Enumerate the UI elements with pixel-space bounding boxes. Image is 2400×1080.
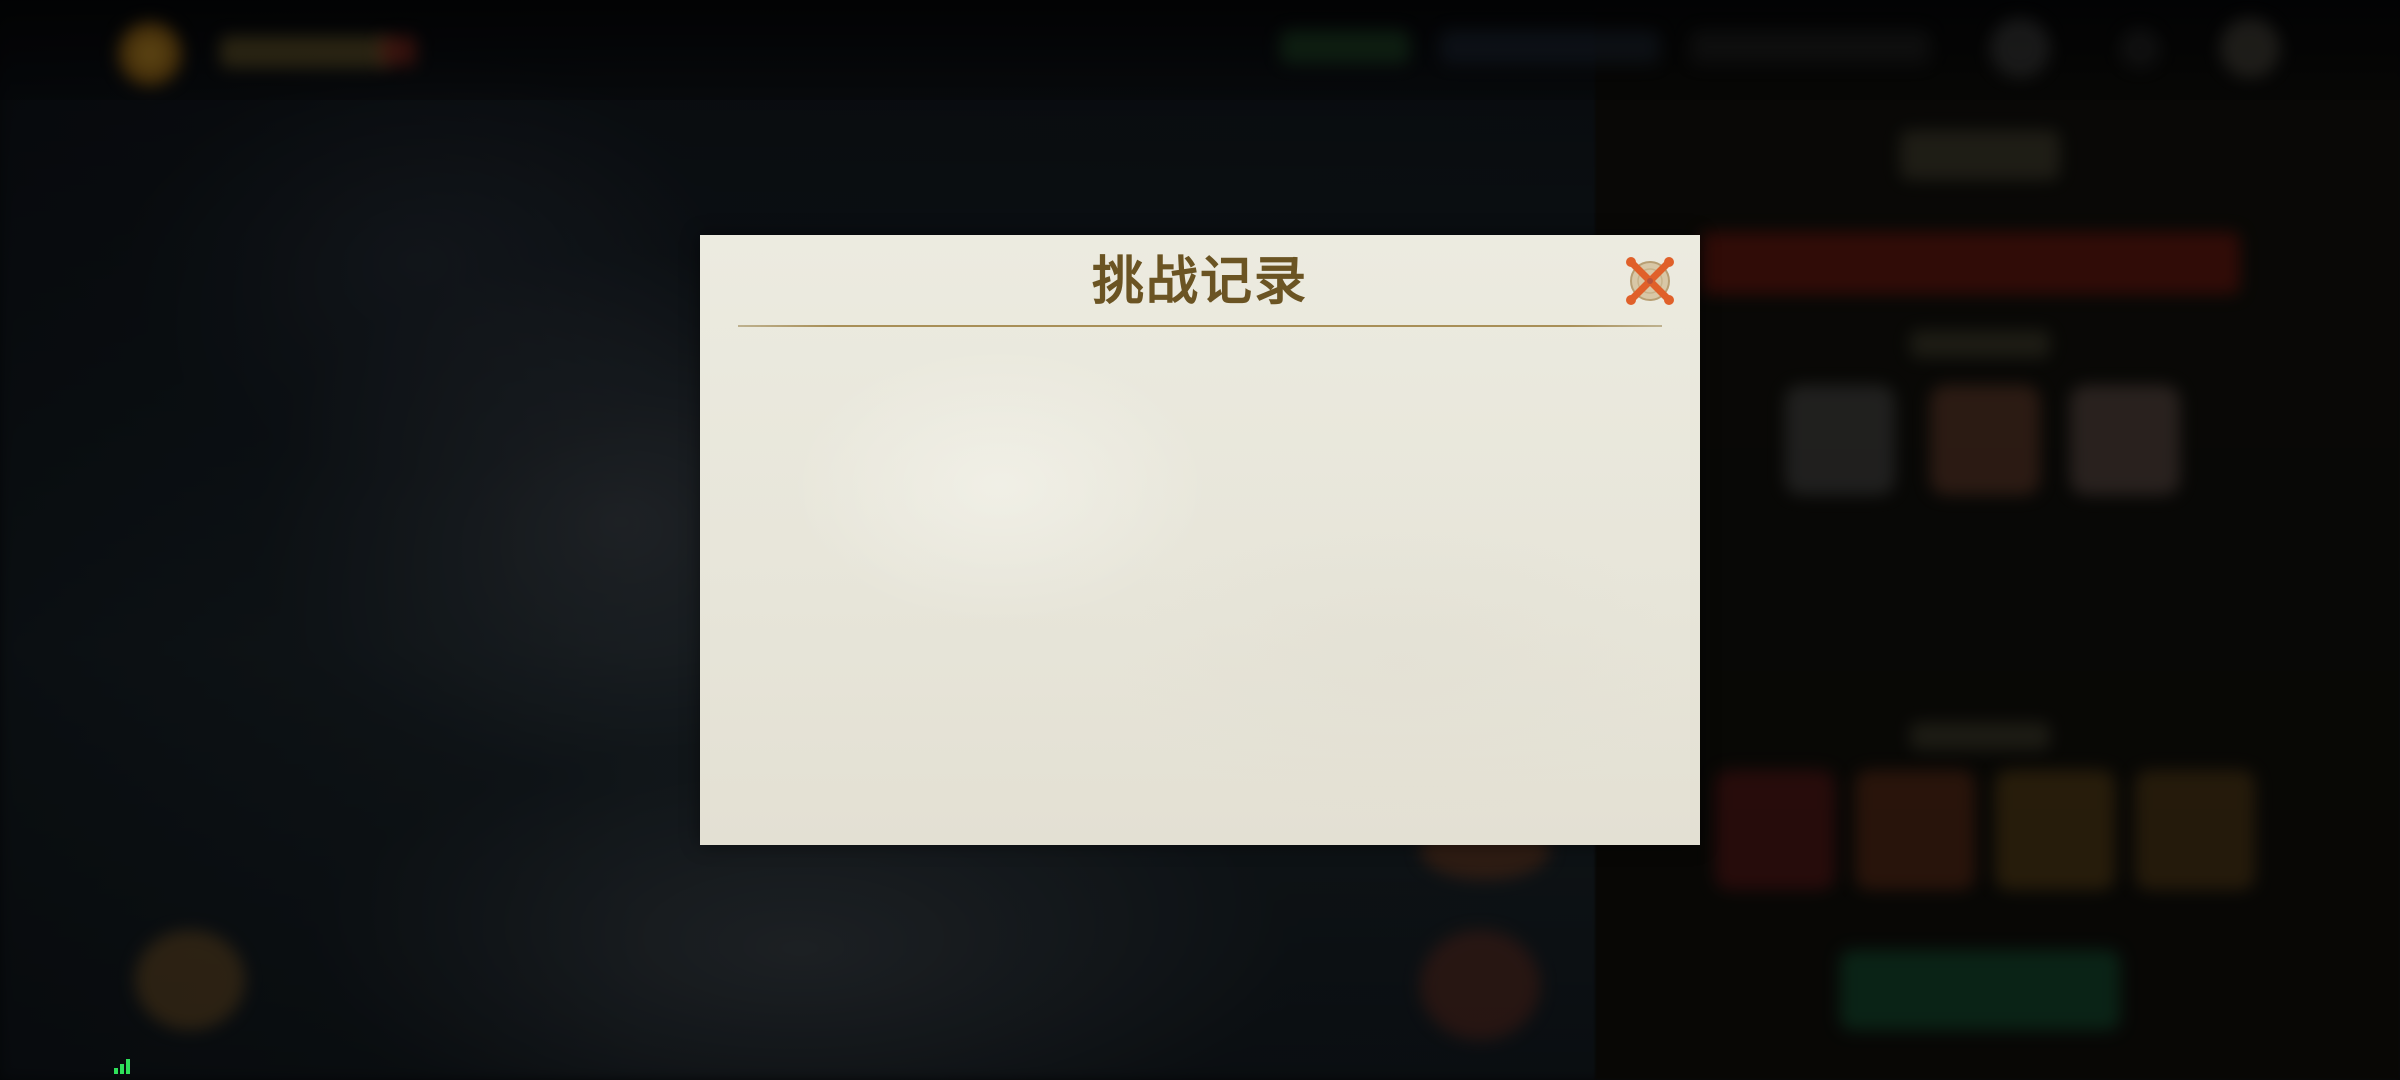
challenge-record-dialog: 挑战记录 xyxy=(700,235,1700,845)
title-divider xyxy=(738,325,1662,327)
game-screen: 挑战记录 xyxy=(0,0,2400,1080)
close-button[interactable] xyxy=(1622,253,1678,309)
record-list xyxy=(738,335,1662,825)
dialog-title: 挑战记录 xyxy=(1091,251,1308,312)
close-x-icon xyxy=(1626,257,1674,305)
network-signal-icon xyxy=(114,1058,132,1074)
